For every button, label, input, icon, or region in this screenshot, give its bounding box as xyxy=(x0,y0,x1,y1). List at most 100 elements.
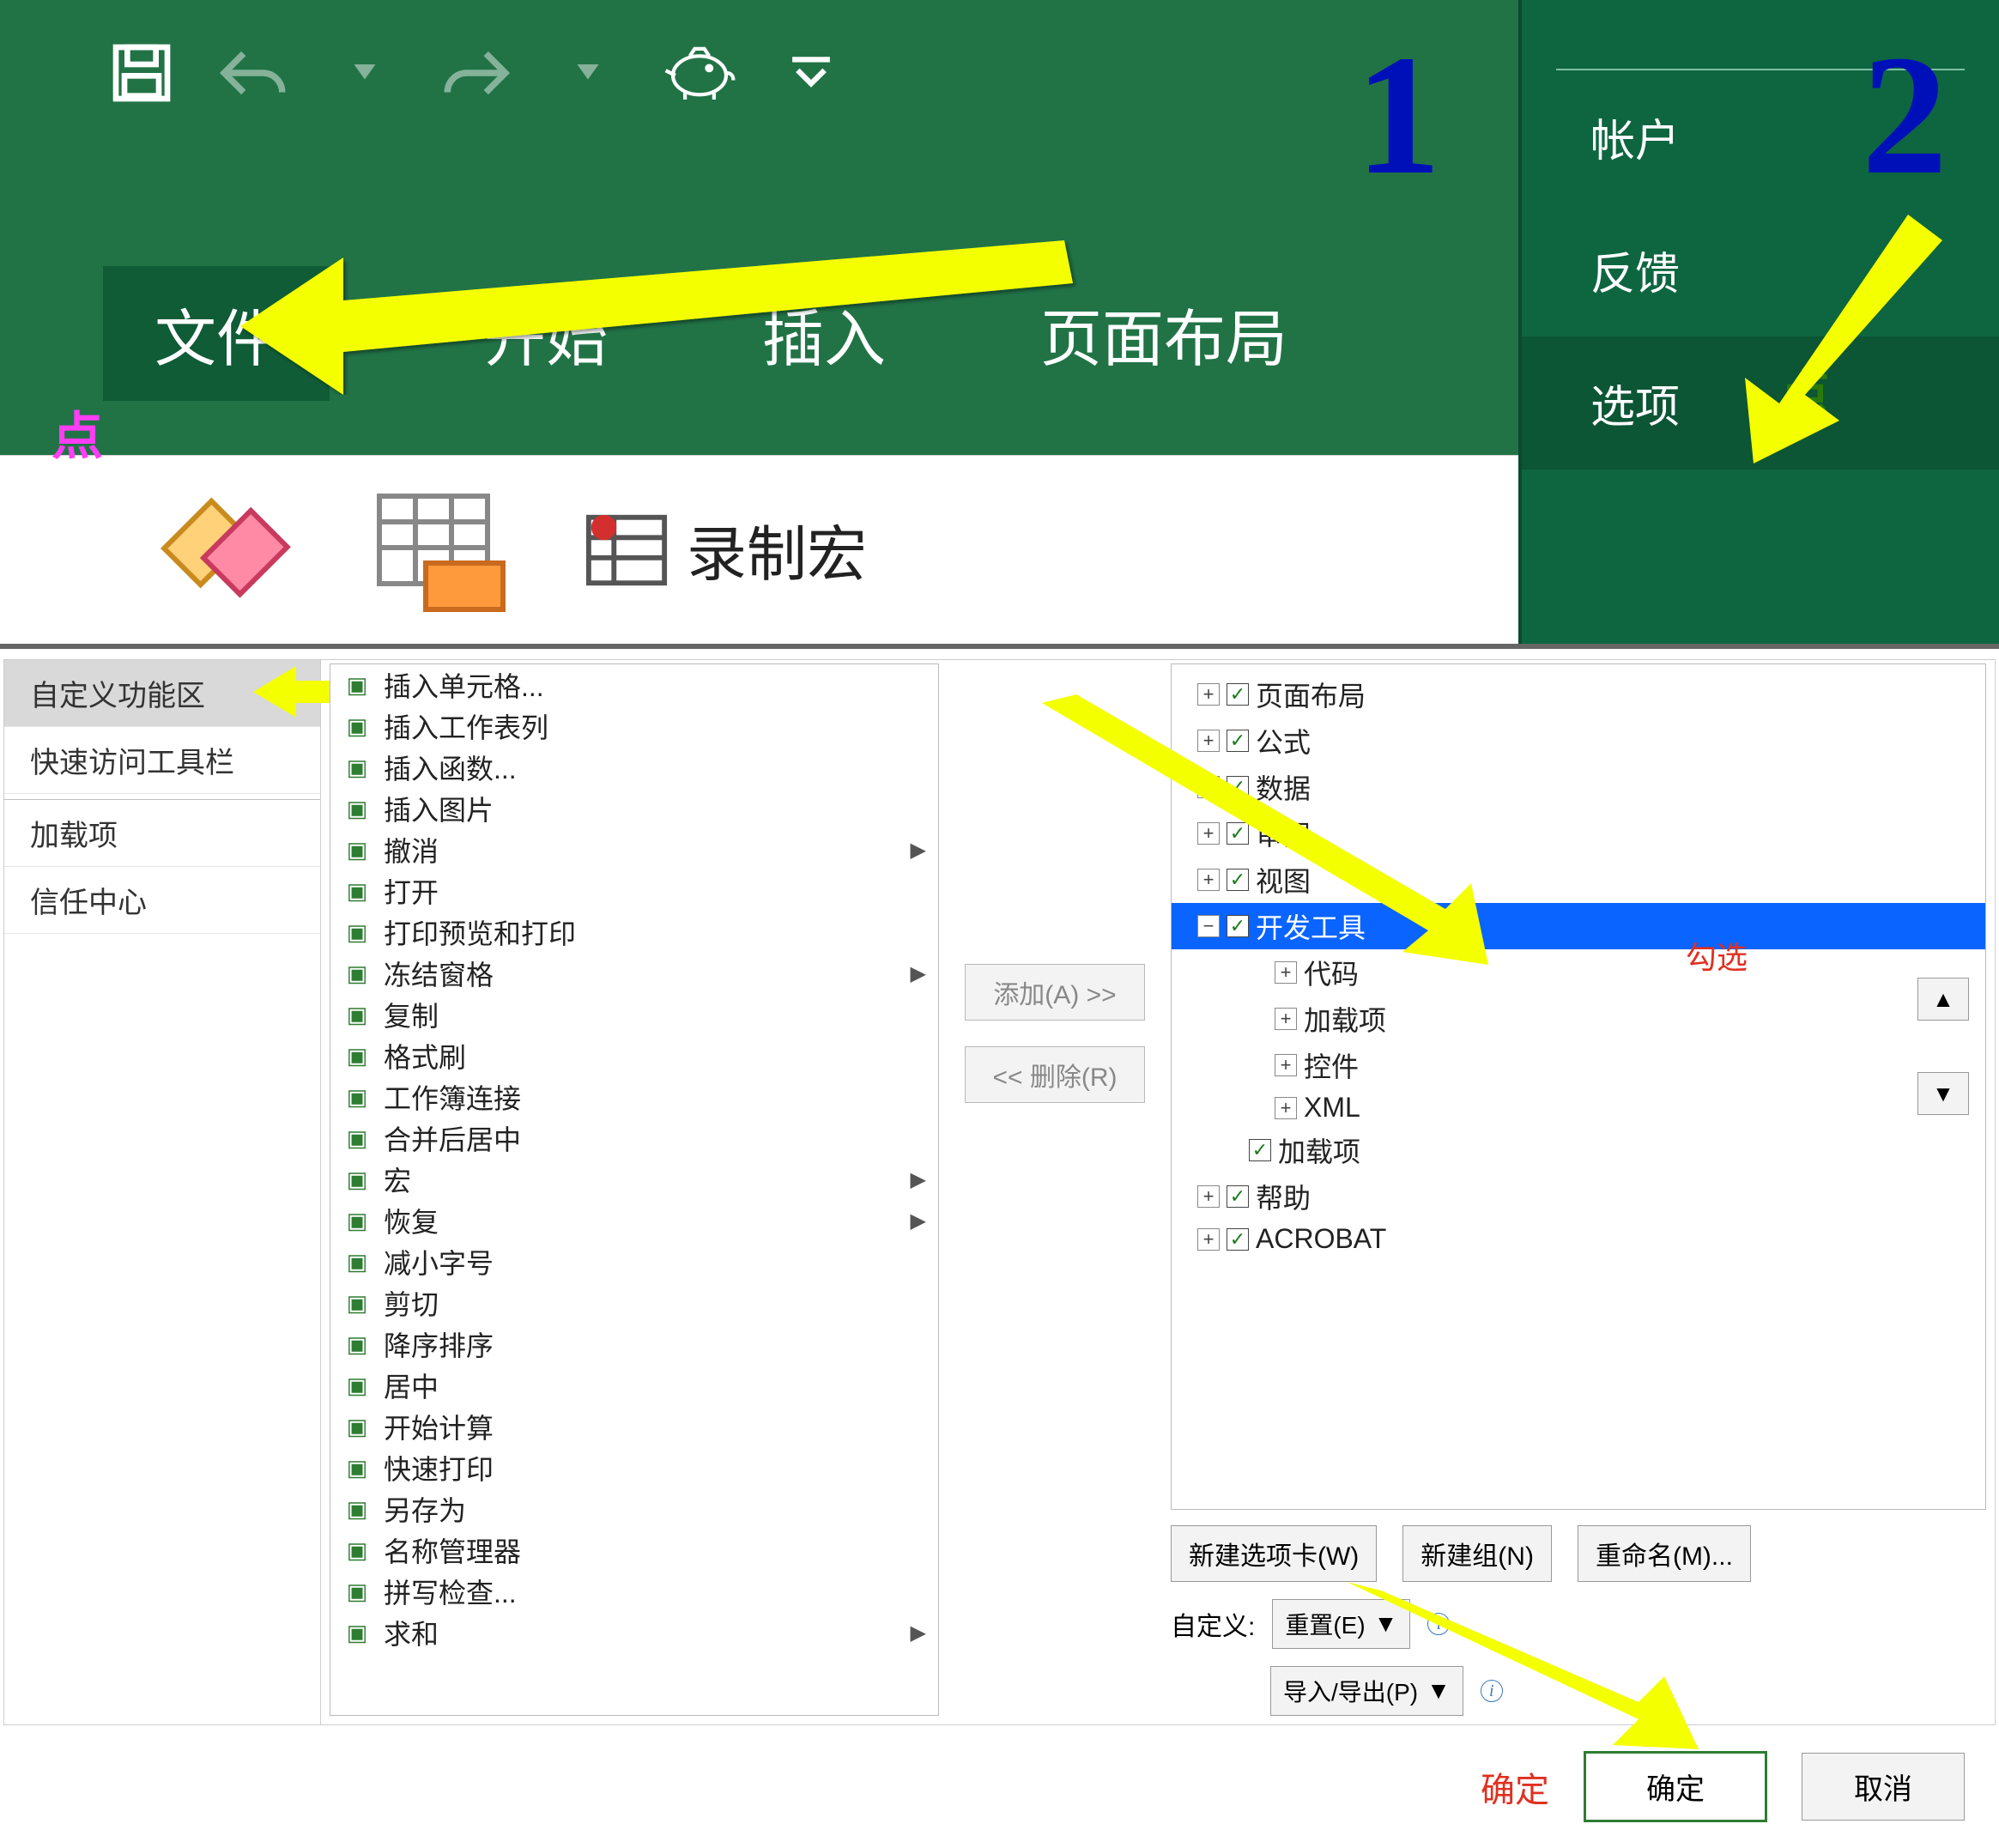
table-icon[interactable] xyxy=(369,486,524,615)
command-item[interactable]: ▣打开 xyxy=(330,870,938,912)
undo-icon[interactable] xyxy=(215,34,292,112)
command-item[interactable]: ▣插入函数... xyxy=(330,747,938,788)
command-item[interactable]: ▣开始计算 xyxy=(330,1406,938,1447)
tree-node[interactable]: +✓页面布局 xyxy=(1180,671,1977,718)
expand-icon[interactable]: + xyxy=(1197,683,1220,706)
tree-node[interactable]: +✓公式 xyxy=(1180,718,1977,764)
command-item[interactable]: ▣减小字号 xyxy=(330,1241,938,1282)
command-item[interactable]: ▣另存为 xyxy=(330,1488,938,1530)
command-item[interactable]: ▣插入工作表列 xyxy=(330,706,938,747)
command-item[interactable]: ▣合并后居中 xyxy=(330,1118,938,1159)
command-item[interactable]: ▣冻结窗格▶ xyxy=(330,953,938,994)
info-icon[interactable]: i xyxy=(1481,1680,1503,1702)
move-down-button[interactable]: ▼ xyxy=(1917,1072,1969,1115)
expand-icon[interactable]: + xyxy=(1275,1097,1297,1119)
expand-icon[interactable]: + xyxy=(1275,1054,1297,1076)
expand-icon[interactable]: + xyxy=(1197,1185,1220,1208)
command-item[interactable]: ▣格式刷 xyxy=(330,1035,938,1076)
checkbox[interactable]: ✓ xyxy=(1227,683,1249,706)
tree-node[interactable]: +✓数据 xyxy=(1180,764,1977,810)
tab-insert[interactable]: 插入 xyxy=(762,288,886,379)
command-item[interactable]: ▣居中 xyxy=(330,1365,938,1406)
checkbox[interactable]: ✓ xyxy=(1227,1185,1249,1208)
rename-button[interactable]: 重命名(M)... xyxy=(1578,1525,1751,1582)
tab-layout[interactable]: 页面布局 xyxy=(1040,288,1287,379)
new-group-button[interactable]: 新建组(N) xyxy=(1402,1525,1552,1582)
import-export-dropdown[interactable]: 导入/导出(P)▼ xyxy=(1270,1666,1463,1716)
expand-icon[interactable]: + xyxy=(1197,1228,1220,1251)
redo-dropdown-icon[interactable] xyxy=(549,34,627,112)
checkbox[interactable]: ✓ xyxy=(1227,776,1249,798)
command-item[interactable]: ▣名称管理器 xyxy=(330,1530,938,1571)
menu-account[interactable]: 帐户 xyxy=(1522,70,1999,203)
sidebar-quick-access[interactable]: 快速访问工具栏 xyxy=(4,727,320,794)
expand-icon[interactable]: + xyxy=(1197,730,1220,752)
tree-action-buttons: 新建选项卡(W) 新建组(N) 重命名(M)... xyxy=(1171,1525,1986,1582)
command-item[interactable]: ▣复制 xyxy=(330,994,938,1035)
tree-node[interactable]: +控件 xyxy=(1180,1042,1977,1088)
ribbon-tabs-panel: +✓页面布局+✓公式+✓数据+✓审阅+✓视图−✓开发工具+代码+加载项+控件+X… xyxy=(1171,663,1986,1716)
checkbox[interactable]: ✓ xyxy=(1227,822,1249,845)
menu-options[interactable]: 选项 点 xyxy=(1522,336,1999,470)
ok-button[interactable]: 确定 xyxy=(1584,1751,1767,1822)
command-item[interactable]: ▣降序排序 xyxy=(330,1324,938,1365)
sidebar-customize-ribbon[interactable]: 自定义功能区 xyxy=(4,660,320,727)
tree-node[interactable]: +✓帮助 xyxy=(1180,1173,1977,1220)
command-item[interactable]: ▣插入图片 xyxy=(330,788,938,829)
add-button[interactable]: 添加(A) >> xyxy=(965,964,1145,1021)
undo-dropdown-icon[interactable] xyxy=(326,34,403,112)
tab-file[interactable]: 文件 xyxy=(103,266,330,401)
command-item[interactable]: ▣剪切 xyxy=(330,1282,938,1324)
ribbon-tabs-tree[interactable]: +✓页面布局+✓公式+✓数据+✓审阅+✓视图−✓开发工具+代码+加载项+控件+X… xyxy=(1171,663,1986,1510)
tree-label: 审阅 xyxy=(1256,814,1311,853)
save-icon[interactable] xyxy=(103,34,180,112)
tree-node[interactable]: +✓ACROBAT xyxy=(1180,1220,1977,1258)
redo-icon[interactable] xyxy=(438,34,515,112)
checkbox[interactable]: ✓ xyxy=(1227,869,1249,891)
checkbox[interactable]: ✓ xyxy=(1227,730,1249,752)
expand-icon[interactable]: + xyxy=(1197,869,1220,891)
paste-icon[interactable] xyxy=(154,486,309,615)
command-item[interactable]: ▣插入单元格... xyxy=(330,664,938,706)
command-item[interactable]: ▣快速打印 xyxy=(330,1447,938,1488)
cancel-button[interactable]: 取消 xyxy=(1802,1753,1965,1821)
expand-icon[interactable]: + xyxy=(1197,822,1220,845)
command-item[interactable]: ▣宏▶ xyxy=(330,1159,938,1200)
command-item[interactable]: ▣求和▶ xyxy=(330,1612,938,1653)
expand-icon[interactable]: + xyxy=(1275,1008,1297,1030)
command-label: 插入单元格... xyxy=(384,665,544,705)
menu-feedback[interactable]: 反馈 xyxy=(1522,203,1999,336)
checkbox[interactable]: ✓ xyxy=(1227,915,1249,937)
sidebar-trust-center[interactable]: 信任中心 xyxy=(4,867,320,934)
tree-node[interactable]: +加载项 xyxy=(1180,996,1977,1042)
reset-dropdown[interactable]: 重置(E)▼ xyxy=(1272,1599,1410,1649)
command-item[interactable]: ▣工作簿连接 xyxy=(330,1076,938,1118)
tree-node[interactable]: +✓视图 xyxy=(1180,857,1977,903)
new-tab-button[interactable]: 新建选项卡(W) xyxy=(1171,1525,1377,1582)
tree-node[interactable]: ✓加载项 xyxy=(1180,1127,1977,1173)
checkbox[interactable]: ✓ xyxy=(1249,1139,1271,1161)
piggy-icon[interactable] xyxy=(661,34,738,112)
command-item[interactable]: ▣拼写检查... xyxy=(330,1571,938,1612)
expand-icon[interactable]: + xyxy=(1197,776,1220,798)
tree-node[interactable]: +代码 xyxy=(1180,949,1977,996)
record-macro-button[interactable]: 录制宏 xyxy=(584,506,867,593)
tree-node[interactable]: + ✓ 审阅 xyxy=(1180,810,1977,857)
command-item[interactable]: ▣恢复▶ xyxy=(330,1200,938,1241)
tree-node[interactable]: +XML xyxy=(1180,1088,1977,1127)
command-item[interactable]: ▣打印预览和打印 xyxy=(330,912,938,953)
info-icon[interactable]: i xyxy=(1427,1613,1450,1635)
commands-listbox[interactable]: ▣插入单元格...▣插入工作表列▣插入函数...▣插入图片▣撤消▶▣打开▣打印预… xyxy=(330,663,939,1716)
collapse-icon[interactable]: − xyxy=(1197,915,1220,937)
customize-qat-icon[interactable] xyxy=(772,34,850,112)
sidebar-addins[interactable]: 加载项 xyxy=(4,799,320,867)
expand-icon[interactable]: + xyxy=(1275,961,1297,984)
submenu-icon: ▶ xyxy=(911,961,926,986)
command-label: 撤消 xyxy=(384,830,439,869)
remove-button[interactable]: << 删除(R) xyxy=(965,1046,1145,1103)
tree-node[interactable]: −✓开发工具 xyxy=(1172,903,1985,949)
tab-home[interactable]: 开始 xyxy=(484,288,608,379)
checkbox[interactable]: ✓ xyxy=(1227,1228,1249,1251)
command-item[interactable]: ▣撤消▶ xyxy=(330,829,938,870)
move-up-button[interactable]: ▲ xyxy=(1917,978,1969,1021)
